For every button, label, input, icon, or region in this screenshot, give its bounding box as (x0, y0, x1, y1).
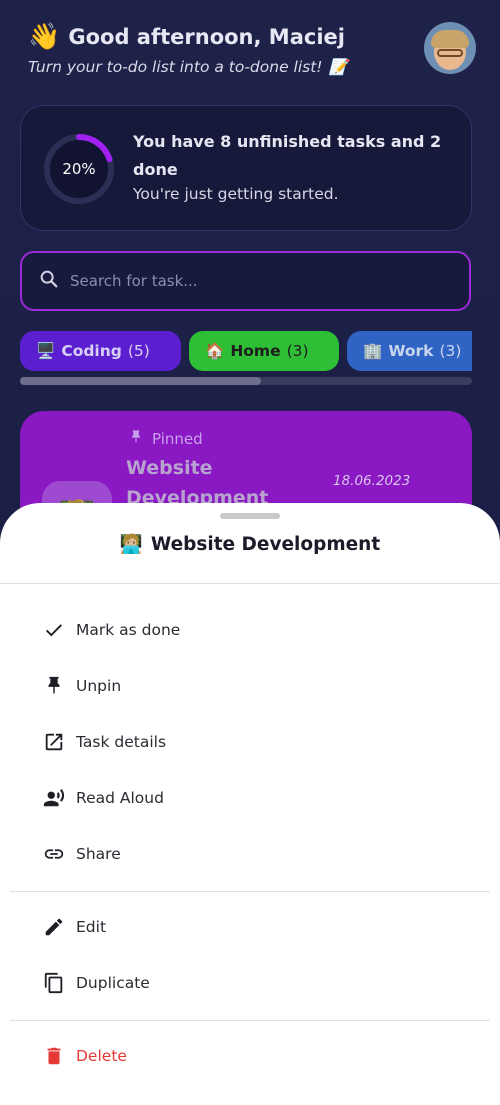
office-building-icon: 🏢 (363, 342, 383, 360)
sheet-title-text: Website Development (150, 533, 381, 555)
copy-icon (42, 971, 66, 995)
search-input[interactable] (70, 272, 450, 290)
menu-item-unpin[interactable]: Unpin (42, 672, 121, 700)
menu-item-label: Delete (76, 1047, 127, 1065)
subtitle: Turn your to-do list into a to-done list… (28, 58, 348, 76)
pin-icon (128, 429, 144, 449)
progress-percent: 20% (62, 160, 96, 178)
wave-icon: 👋 (28, 22, 61, 52)
pencil-icon (42, 915, 66, 939)
category-chips: 🖥️ Coding (5) 🏠 Home (3) 🏢 Work (3) (20, 331, 472, 371)
pinned-label: Pinned (152, 430, 203, 448)
search-bar[interactable] (20, 251, 471, 311)
menu-item-label: Task details (76, 733, 167, 751)
menu-item-read-aloud[interactable]: Read Aloud (42, 784, 164, 812)
pinned-indicator: Pinned (128, 429, 203, 449)
app-root: 👋 Good afternoon, Maciej Turn your to-do… (0, 0, 500, 1105)
menu-item-label: Share (76, 845, 121, 863)
progress-card: 20% You have 8 unfinished tasks and 2 do… (20, 105, 472, 231)
subtitle-text: Turn your to-do list into a to-done list… (28, 58, 323, 76)
category-name: Coding (61, 342, 122, 360)
open-in-new-icon (42, 730, 66, 754)
check-icon (42, 618, 66, 642)
menu-item-delete[interactable]: Delete (42, 1042, 127, 1070)
menu-item-edit[interactable]: Edit (42, 913, 106, 941)
menu-item-label: Mark as done (76, 621, 181, 639)
progress-title: You have 8 unfinished tasks and 2 done (133, 132, 442, 179)
search-icon (38, 268, 60, 294)
record-voice-icon (42, 786, 66, 810)
menu-item-mark-done[interactable]: Mark as done (42, 616, 180, 644)
category-count: (3) (439, 342, 462, 360)
monitor-icon: 🖥️ (36, 342, 56, 360)
task-options-sheet: 🧑🏼‍💻 Website Development Mark as done Un… (0, 503, 500, 1105)
link-icon (42, 842, 66, 866)
avatar-face-icon (431, 30, 469, 70)
category-name: Home (230, 342, 281, 360)
divider (10, 1020, 490, 1021)
menu-item-label: Edit (76, 918, 107, 936)
trash-icon (42, 1044, 66, 1068)
menu-item-label: Unpin (76, 677, 122, 695)
menu-item-duplicate[interactable]: Duplicate (42, 969, 150, 997)
category-chip-coding[interactable]: 🖥️ Coding (5) (20, 331, 181, 371)
progress-message: You're just getting started. (133, 185, 339, 203)
category-chip-work[interactable]: 🏢 Work (3) (347, 331, 472, 371)
category-name: Work (388, 342, 434, 360)
house-icon: 🏠 (205, 342, 225, 360)
memo-icon: 📝 (328, 58, 348, 76)
greeting: 👋 Good afternoon, Maciej (28, 22, 345, 52)
category-count: (5) (127, 342, 150, 360)
menu-item-label: Read Aloud (76, 789, 164, 807)
task-date: 18.06.2023 (333, 473, 411, 489)
pin-icon (42, 674, 66, 698)
menu-item-share[interactable]: Share (42, 840, 121, 868)
scrollbar-thumb[interactable] (20, 377, 261, 385)
divider (0, 583, 500, 584)
sheet-title: 🧑🏼‍💻 Website Development (0, 533, 500, 556)
divider (10, 891, 490, 892)
menu-item-task-details[interactable]: Task details (42, 728, 166, 756)
sheet-drag-handle[interactable] (220, 513, 280, 519)
category-count: (3) (286, 342, 309, 360)
menu-item-label: Duplicate (76, 974, 150, 992)
category-chip-home[interactable]: 🏠 Home (3) (189, 331, 339, 371)
technologist-icon: 🧑🏼‍💻 (119, 534, 143, 555)
greeting-text: Good afternoon, Maciej (68, 25, 345, 49)
category-scrollbar[interactable] (20, 377, 472, 385)
avatar[interactable] (424, 22, 476, 74)
